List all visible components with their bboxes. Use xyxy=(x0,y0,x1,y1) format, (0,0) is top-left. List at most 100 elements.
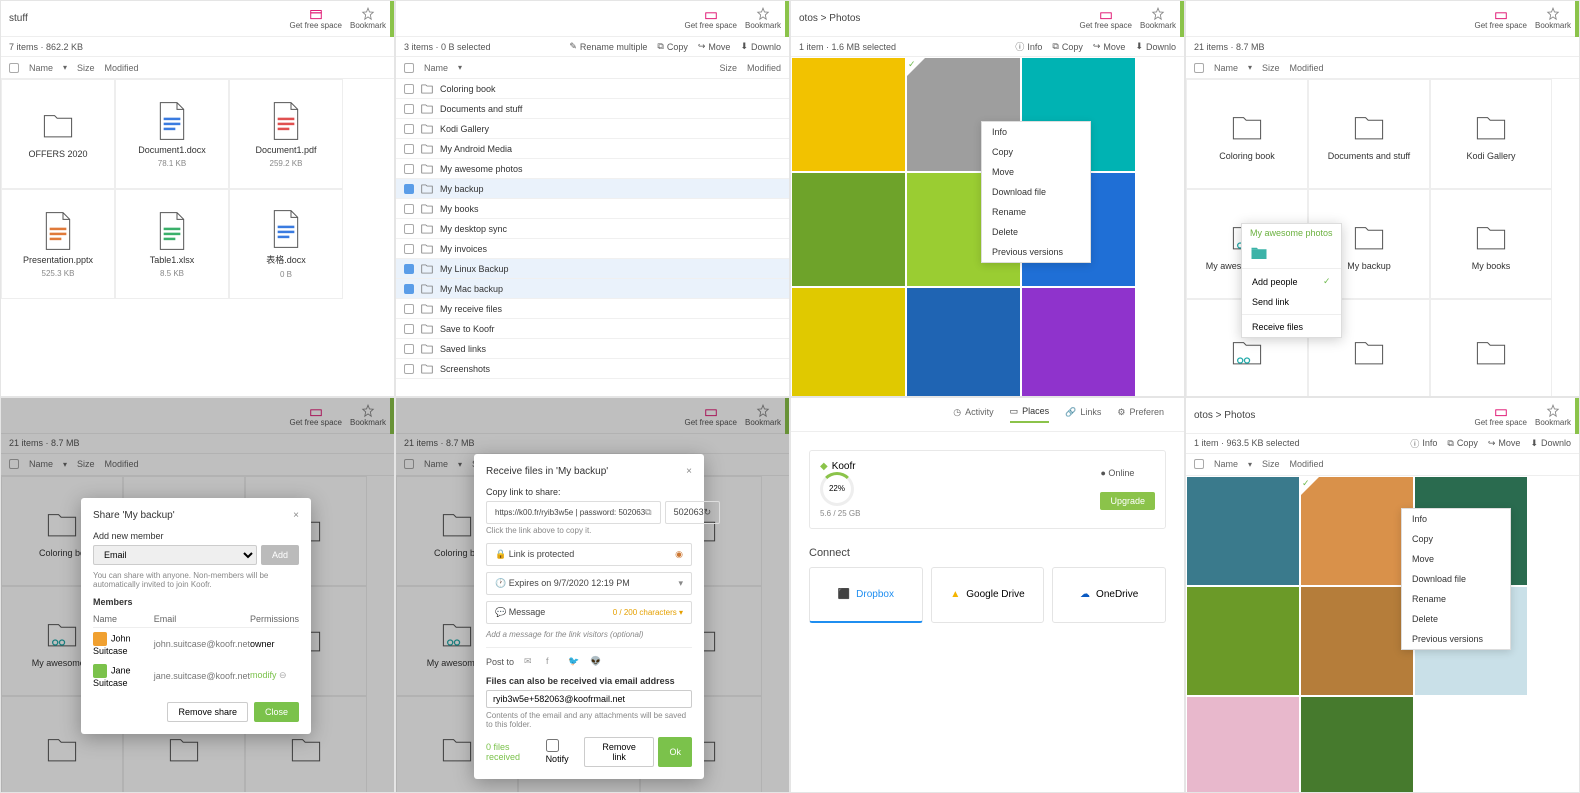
open-link-icon[interactable]: ⧉ xyxy=(645,507,651,518)
move-button[interactable]: ↪ Move xyxy=(1093,40,1126,53)
ctx-item[interactable]: Download file xyxy=(982,182,1090,202)
folder-tile[interactable]: My books xyxy=(1430,189,1552,299)
photo-thumb[interactable] xyxy=(1186,586,1300,696)
add-button[interactable]: Add xyxy=(261,545,299,565)
list-item[interactable]: My backup xyxy=(396,179,789,199)
copy-button[interactable]: ⧉ Copy xyxy=(1052,40,1082,53)
bookmark-button[interactable]: Bookmark xyxy=(745,7,781,30)
ctx-item[interactable]: Rename xyxy=(982,202,1090,222)
ctx-item[interactable]: Move xyxy=(982,162,1090,182)
tab-links[interactable]: 🔗 Links xyxy=(1065,406,1101,423)
file-tile[interactable]: 表格.docx0 B xyxy=(229,189,343,299)
ctx-item[interactable]: Copy xyxy=(1402,529,1510,549)
refresh-icon[interactable]: ↻ xyxy=(704,507,712,518)
row-checkbox[interactable] xyxy=(404,344,414,354)
photo-thumb[interactable] xyxy=(906,287,1021,397)
row-checkbox[interactable] xyxy=(404,84,414,94)
row-checkbox[interactable] xyxy=(404,124,414,134)
info-button[interactable]: ⓘ Info xyxy=(1410,437,1437,450)
receive-files-option[interactable]: Receive files xyxy=(1242,317,1341,337)
row-checkbox[interactable] xyxy=(404,184,414,194)
file-tile[interactable]: Presentation.pptx525.3 KB xyxy=(1,189,115,299)
col-modified[interactable]: Modified xyxy=(105,63,139,73)
move-button[interactable]: ↪ Move xyxy=(1488,437,1521,450)
list-item[interactable]: My Android Media xyxy=(396,139,789,159)
folder-tile[interactable]: Coloring book xyxy=(1186,79,1308,189)
folder-tile[interactable]: Documents and stuff xyxy=(1308,79,1430,189)
row-checkbox[interactable] xyxy=(404,264,414,274)
info-button[interactable]: ⓘ Info xyxy=(1015,40,1042,53)
ctx-item[interactable]: Move xyxy=(1402,549,1510,569)
provider-card[interactable]: ☁ OneDrive xyxy=(1052,567,1166,623)
toggle-icon[interactable]: ◉ xyxy=(675,549,683,560)
folder-tile[interactable]: Kodi Gallery xyxy=(1430,79,1552,189)
get-free-space-button[interactable]: Get free space xyxy=(1080,7,1132,30)
bookmark-button[interactable]: Bookmark xyxy=(350,7,386,30)
copy-button[interactable]: ⧉ Copy xyxy=(657,41,687,52)
list-item[interactable]: Coloring book xyxy=(396,79,789,99)
bookmark-button[interactable]: Bookmark xyxy=(1535,7,1571,30)
photo-thumb[interactable] xyxy=(1021,287,1136,397)
protected-field[interactable]: 🔒 Link is protected◉ xyxy=(486,543,692,566)
tab-places[interactable]: ▭ Places xyxy=(1010,406,1050,423)
bookmark-button[interactable]: Bookmark xyxy=(1140,7,1176,30)
close-button[interactable]: Close xyxy=(254,702,299,722)
ctx-item[interactable]: Info xyxy=(1402,509,1510,529)
col-name[interactable]: Name xyxy=(29,63,53,73)
row-checkbox[interactable] xyxy=(404,364,414,374)
photo-thumb[interactable] xyxy=(1186,476,1300,586)
get-free-space-button[interactable]: Get free space xyxy=(685,7,737,30)
notify-checkbox[interactable]: Notify xyxy=(546,739,584,764)
photo-thumb[interactable] xyxy=(1300,696,1414,793)
row-checkbox[interactable] xyxy=(404,104,414,114)
ctx-item[interactable]: Rename xyxy=(1402,589,1510,609)
photo-thumb[interactable] xyxy=(791,57,906,172)
ctx-item[interactable]: Delete xyxy=(1402,609,1510,629)
expires-field[interactable]: 🕐 Expires on 9/7/2020 12:19 PM▾ xyxy=(486,572,692,595)
col-size[interactable]: Size xyxy=(77,63,95,73)
photo-thumb[interactable] xyxy=(791,287,906,397)
reddit-icon[interactable]: 👽 xyxy=(590,656,602,668)
bookmark-button[interactable]: Bookmark xyxy=(1535,404,1571,427)
link-value[interactable]: https://k00.fr/ryib3w5e | password: 5020… xyxy=(495,508,645,517)
file-tile[interactable]: OFFERS 2020 xyxy=(1,79,115,189)
list-item[interactable]: My Mac backup xyxy=(396,279,789,299)
photo-thumb[interactable] xyxy=(1300,476,1414,586)
list-item[interactable]: My invoices xyxy=(396,239,789,259)
remove-member-icon[interactable]: ⊖ xyxy=(279,670,287,680)
list-item[interactable]: Save to Koofr xyxy=(396,319,789,339)
ctx-item[interactable]: Previous versions xyxy=(982,242,1090,262)
download-button[interactable]: ⬇ Downlo xyxy=(1530,437,1571,450)
context-menu[interactable]: InfoCopyMoveDownload fileRenameDeletePre… xyxy=(1401,508,1511,650)
add-people-option[interactable]: Add people✓ xyxy=(1242,271,1341,292)
download-button[interactable]: ⬇ Downlo xyxy=(1135,40,1176,53)
ok-button[interactable]: Ok xyxy=(658,737,692,767)
message-field[interactable]: 💬 Message0 / 200 characters ▾ xyxy=(486,601,692,624)
row-checkbox[interactable] xyxy=(404,244,414,254)
file-tile[interactable]: Document1.pdf259.2 KB xyxy=(229,79,343,189)
get-free-space-button[interactable]: Get free space xyxy=(1475,404,1527,427)
email-icon[interactable]: ✉ xyxy=(524,656,536,668)
photo-thumb[interactable] xyxy=(791,172,906,287)
list-item[interactable]: Saved links xyxy=(396,339,789,359)
copy-button[interactable]: ⧉ Copy xyxy=(1447,437,1477,450)
chevron-down-icon[interactable]: ▾ xyxy=(678,578,683,589)
ctx-item[interactable]: Delete xyxy=(982,222,1090,242)
photo-thumb[interactable] xyxy=(1186,696,1300,793)
row-checkbox[interactable] xyxy=(404,284,414,294)
list-item[interactable]: Screenshots xyxy=(396,359,789,379)
folder-tile[interactable] xyxy=(1430,299,1552,397)
provider-card[interactable]: ⬛ Dropbox xyxy=(809,567,923,623)
row-checkbox[interactable] xyxy=(404,304,414,314)
list-item[interactable]: Kodi Gallery xyxy=(396,119,789,139)
rename-multiple-button[interactable]: ✎ Rename multiple xyxy=(569,41,647,52)
list-item[interactable]: My awesome photos xyxy=(396,159,789,179)
tab-activity[interactable]: ◷ Activity xyxy=(953,406,993,423)
select-all-checkbox[interactable] xyxy=(9,63,19,73)
file-tile[interactable]: Table1.xlsx8.5 KB xyxy=(115,189,229,299)
get-free-space-button[interactable]: Get free space xyxy=(290,7,342,30)
list-item[interactable]: My desktop sync xyxy=(396,219,789,239)
ctx-item[interactable]: Copy xyxy=(982,142,1090,162)
provider-card[interactable]: ▲ Google Drive xyxy=(931,567,1045,623)
row-checkbox[interactable] xyxy=(404,144,414,154)
